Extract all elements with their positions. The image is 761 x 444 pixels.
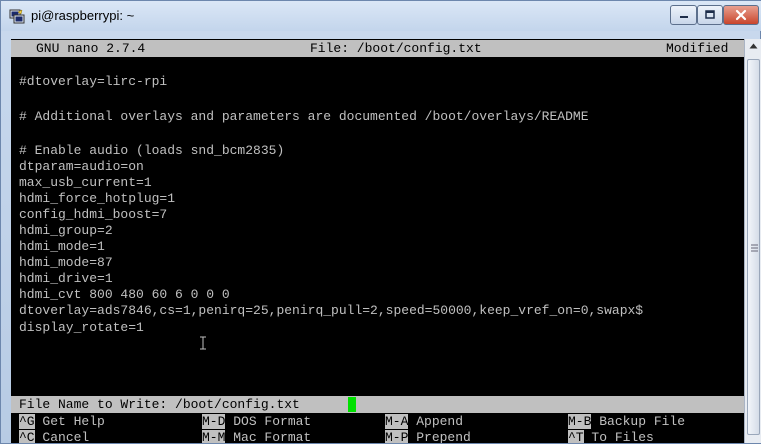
editor-line[interactable]: #dtoverlay=lirc-rpi <box>19 74 167 89</box>
putty-icon <box>9 9 25 24</box>
file-name-prompt[interactable]: File Name to Write: /boot/config.txt <box>19 397 300 412</box>
editor-line[interactable]: # Additional overlays and parameters are… <box>19 109 589 124</box>
shortcut-to-files[interactable]: ^T To Files <box>568 430 654 443</box>
nano-file-name: File: /boot/config.txt <box>310 41 482 56</box>
editor-line[interactable]: config_hdmi_boost=7 <box>19 207 167 222</box>
nano-version: GNU nano 2.7.4 <box>36 41 146 56</box>
nano-modified-status: Modified <box>666 41 729 56</box>
shortcut-label: Append <box>416 414 464 429</box>
shortcut-backup-file[interactable]: M-B Backup File <box>568 414 685 429</box>
editor-line[interactable]: dtparam=audio=on <box>19 159 144 174</box>
editor-line[interactable]: # Enable audio (loads snd_bcm2835) <box>19 143 284 158</box>
maximize-button[interactable] <box>697 5 723 25</box>
scrollbar-grip-icon <box>751 244 758 252</box>
close-button[interactable] <box>723 5 759 25</box>
shortcut-label: Backup File <box>599 414 686 429</box>
shortcut-get-help[interactable]: ^G Get Help <box>19 414 105 429</box>
editor-line[interactable]: display_rotate=1 <box>19 320 144 335</box>
shortcut-dos-format[interactable]: M-D DOS Format <box>202 414 311 429</box>
shortcut-mac-format[interactable]: M-M Mac Format <box>202 430 311 443</box>
scroll-up-arrow-icon[interactable] <box>749 43 758 49</box>
title-bar[interactable]: pi@raspberrypi: ~ <box>1 1 761 31</box>
minimize-icon <box>679 16 688 18</box>
editor-line[interactable]: hdmi_group=2 <box>19 223 113 238</box>
editor-line[interactable]: hdmi_mode=1 <box>19 239 105 254</box>
editor-line[interactable]: max_usb_current=1 <box>19 175 152 190</box>
editor-line[interactable]: dtoverlay=ads7846,cs=1,penirq=25,penirq_… <box>19 303 643 318</box>
shortcut-label: Get Help <box>42 414 105 429</box>
shortcut-key: ^C <box>19 430 35 443</box>
editor-line[interactable]: hdmi_cvt 800 480 60 6 0 0 0 <box>19 287 230 302</box>
close-icon <box>735 9 747 21</box>
shortcut-key: M-D <box>202 414 226 429</box>
shortcut-key: ^T <box>568 430 584 443</box>
shortcut-label: DOS Format <box>233 414 312 429</box>
shortcut-prepend[interactable]: M-P Prepend <box>385 430 471 443</box>
editor-line[interactable]: hdmi_mode=87 <box>19 255 113 270</box>
editor-line[interactable]: hdmi_drive=1 <box>19 271 113 286</box>
input-cursor <box>348 397 356 412</box>
text-cursor-icon <box>200 336 206 350</box>
shortcut-key: M-B <box>568 414 592 429</box>
shortcut-key: M-A <box>385 414 409 429</box>
editor-line[interactable]: hdmi_force_hotplug=1 <box>19 191 175 206</box>
save-prompt-bar[interactable]: File Name to Write: /boot/config.txt <box>11 396 744 413</box>
shortcut-key: M-M <box>202 430 226 443</box>
scrollbar-thumb[interactable] <box>747 59 760 435</box>
nano-title-bar: GNU nano 2.7.4 File: /boot/config.txt Mo… <box>11 40 744 57</box>
shortcut-label: Mac Format <box>233 430 312 443</box>
shortcut-key: ^G <box>19 414 35 429</box>
shortcut-label: Cancel <box>42 430 90 443</box>
shortcut-label: To Files <box>591 430 654 443</box>
window-title: pi@raspberrypi: ~ <box>31 8 135 23</box>
shortcut-append[interactable]: M-A Append <box>385 414 463 429</box>
minimize-button[interactable] <box>670 5 697 25</box>
terminal-area[interactable]: GNU nano 2.7.4 File: /boot/config.txt Mo… <box>11 39 744 443</box>
shortcut-label: Prepend <box>416 430 471 443</box>
putty-window: pi@raspberrypi: ~ GNU nano 2.7.4 File: /… <box>0 0 761 444</box>
vertical-scrollbar[interactable] <box>744 39 761 443</box>
shortcut-key: M-P <box>385 430 409 443</box>
shortcut-cancel[interactable]: ^C Cancel <box>19 430 89 443</box>
maximize-icon <box>705 10 715 19</box>
